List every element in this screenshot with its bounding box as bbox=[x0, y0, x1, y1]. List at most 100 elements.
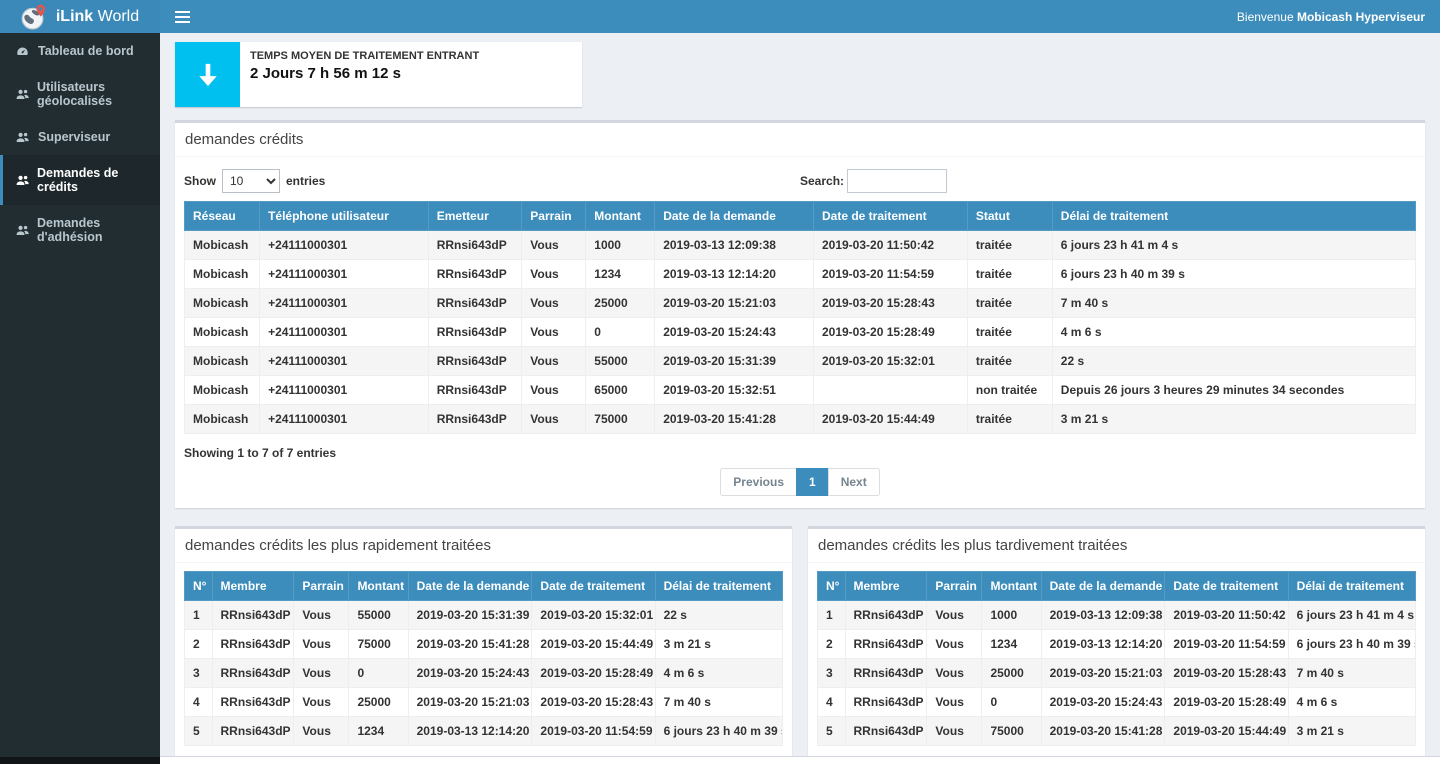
search-input[interactable] bbox=[847, 169, 947, 193]
page-1-button[interactable]: 1 bbox=[796, 468, 829, 496]
cell: Mobicash bbox=[185, 347, 260, 376]
cell: +24111000301 bbox=[260, 231, 429, 260]
cell: 6 jours 23 h 40 m 39 s bbox=[1288, 630, 1415, 659]
sidebar: Tableau de bord Utilisateurs géolocalisés… bbox=[0, 33, 160, 757]
cell: Mobicash bbox=[185, 260, 260, 289]
header-row: N°MembreParrainMontantDate de la demande… bbox=[818, 572, 1416, 601]
cell: RRnsi643dP bbox=[428, 347, 522, 376]
table-row: 1RRnsi643dPVous10002019-03-13 12:09:3820… bbox=[818, 601, 1416, 630]
top-navbar: Bienvenue Mobicash Hyperviseur bbox=[160, 0, 1440, 33]
cell: 2019-03-20 15:21:03 bbox=[1041, 659, 1165, 688]
cell: Mobicash bbox=[185, 289, 260, 318]
cell: 3 m 21 s bbox=[1052, 405, 1415, 434]
cell: 2019-03-20 15:21:03 bbox=[408, 688, 532, 717]
column-header: Délai de traitement bbox=[655, 572, 782, 601]
sidebar-item-utilisateurs-g-olocalis-s[interactable]: Utilisateurs géolocalisés bbox=[0, 69, 160, 119]
cell: 2 bbox=[818, 630, 846, 659]
cell: RRnsi643dP bbox=[845, 630, 927, 659]
column-header[interactable]: Réseau bbox=[185, 202, 260, 231]
cell: 5 bbox=[185, 717, 213, 746]
column-header: Délai de traitement bbox=[1288, 572, 1415, 601]
sidebar-item-label: Utilisateurs géolocalisés bbox=[37, 80, 154, 108]
credits-table: RéseauTéléphone utilisateurEmetteurParra… bbox=[184, 201, 1416, 434]
header-row: N°MembreParrainMontantDate de la demande… bbox=[185, 572, 783, 601]
cell: 4 bbox=[185, 688, 213, 717]
cell: 2019-03-20 11:54:59 bbox=[1165, 630, 1288, 659]
sidebar-menu: Tableau de bord Utilisateurs géolocalisés… bbox=[0, 33, 160, 255]
cell: 22 s bbox=[1052, 347, 1415, 376]
fastest-credits-table: N°MembreParrainMontantDate de la demande… bbox=[184, 571, 783, 746]
cell: 7 m 40 s bbox=[1288, 659, 1415, 688]
cell: Vous bbox=[522, 318, 586, 347]
slowest-panel-title: demandes crédits les plus tardivement tr… bbox=[808, 529, 1425, 563]
cell: 6 jours 23 h 41 m 4 s bbox=[1052, 231, 1415, 260]
cell: Vous bbox=[294, 717, 349, 746]
cell: 2 bbox=[185, 630, 213, 659]
table-row: 5RRnsi643dPVous12342019-03-13 12:14:2020… bbox=[185, 717, 783, 746]
cell: RRnsi643dP bbox=[428, 376, 522, 405]
column-header: N° bbox=[185, 572, 213, 601]
cell: RRnsi643dP bbox=[212, 630, 294, 659]
cell: Vous bbox=[522, 260, 586, 289]
cell: 1000 bbox=[982, 601, 1041, 630]
table-row: Mobicash+24111000301RRnsi643dPVous250002… bbox=[185, 289, 1416, 318]
cell: RRnsi643dP bbox=[212, 601, 294, 630]
header-row: RéseauTéléphone utilisateurEmetteurParra… bbox=[185, 202, 1416, 231]
brand[interactable]: iLink World bbox=[0, 0, 160, 33]
slowest-credits-table: N°MembreParrainMontantDate de la demande… bbox=[817, 571, 1416, 746]
table-row: 3RRnsi643dPVous02019-03-20 15:24:432019-… bbox=[185, 659, 783, 688]
column-header[interactable]: Parrain bbox=[522, 202, 586, 231]
avg-processing-time-card: TEMPS MOYEN DE TRAITEMENT ENTRANT 2 Jour… bbox=[175, 42, 582, 107]
cell: 2019-03-20 15:32:01 bbox=[813, 347, 967, 376]
cell: 0 bbox=[586, 318, 655, 347]
column-header[interactable]: Date de la demande bbox=[655, 202, 814, 231]
cell: RRnsi643dP bbox=[428, 231, 522, 260]
column-header[interactable]: Statut bbox=[967, 202, 1052, 231]
cell: Vous bbox=[927, 601, 982, 630]
column-header: Date de la demande bbox=[408, 572, 532, 601]
cell: RRnsi643dP bbox=[428, 318, 522, 347]
cell: +24111000301 bbox=[260, 289, 429, 318]
credits-panel-title: demandes crédits bbox=[175, 123, 1425, 157]
cell: 2019-03-20 11:50:42 bbox=[813, 231, 967, 260]
cell: traitée bbox=[967, 405, 1052, 434]
page-length-select[interactable]: 10 bbox=[222, 169, 280, 193]
cell: Vous bbox=[927, 659, 982, 688]
sidebar-item-superviseur[interactable]: Superviseur bbox=[0, 119, 160, 155]
column-header: Date de traitement bbox=[532, 572, 655, 601]
column-header[interactable]: Date de traitement bbox=[813, 202, 967, 231]
sidebar-item-demandes-de-cr-dits[interactable]: Demandes de crédits bbox=[0, 155, 160, 205]
cell: Vous bbox=[927, 717, 982, 746]
search-label: Search: bbox=[800, 174, 844, 188]
table-row: 3RRnsi643dPVous250002019-03-20 15:21:032… bbox=[818, 659, 1416, 688]
cell: 65000 bbox=[586, 376, 655, 405]
sidebar-item-label: Demandes d'adhésion bbox=[37, 216, 154, 244]
cell: 6 jours 23 h 41 m 4 s bbox=[1288, 601, 1415, 630]
sidebar-item-demandes-d-adh-sion[interactable]: Demandes d'adhésion bbox=[0, 205, 160, 255]
cell: 2019-03-20 15:21:03 bbox=[655, 289, 814, 318]
cell: 3 bbox=[185, 659, 213, 688]
cell: 2019-03-20 15:41:28 bbox=[408, 630, 532, 659]
cell: 75000 bbox=[982, 717, 1041, 746]
credits-panel: demandes crédits Show 10 entries Search: bbox=[175, 120, 1425, 508]
sidebar-item-label: Demandes de crédits bbox=[37, 166, 154, 194]
cell: 55000 bbox=[586, 347, 655, 376]
sidebar-item-tableau-de-bord[interactable]: Tableau de bord bbox=[0, 33, 160, 69]
column-header[interactable]: Montant bbox=[586, 202, 655, 231]
cell bbox=[813, 376, 967, 405]
sidebar-toggle-icon[interactable] bbox=[160, 0, 205, 33]
cell: 1 bbox=[185, 601, 213, 630]
column-header: Membre bbox=[845, 572, 927, 601]
previous-page-button[interactable]: Previous bbox=[720, 468, 797, 496]
cell: 2019-03-13 12:14:20 bbox=[408, 717, 532, 746]
cell: RRnsi643dP bbox=[428, 405, 522, 434]
next-page-button[interactable]: Next bbox=[828, 468, 880, 496]
column-header[interactable]: Délai de traitement bbox=[1052, 202, 1415, 231]
table-row: 5RRnsi643dPVous750002019-03-20 15:41:282… bbox=[818, 717, 1416, 746]
column-header[interactable]: Téléphone utilisateur bbox=[260, 202, 429, 231]
cell: 2019-03-20 15:24:43 bbox=[408, 659, 532, 688]
cell: Vous bbox=[294, 630, 349, 659]
column-header[interactable]: Emetteur bbox=[428, 202, 522, 231]
cell: 1 bbox=[818, 601, 846, 630]
cell: 2019-03-20 15:32:01 bbox=[532, 601, 655, 630]
